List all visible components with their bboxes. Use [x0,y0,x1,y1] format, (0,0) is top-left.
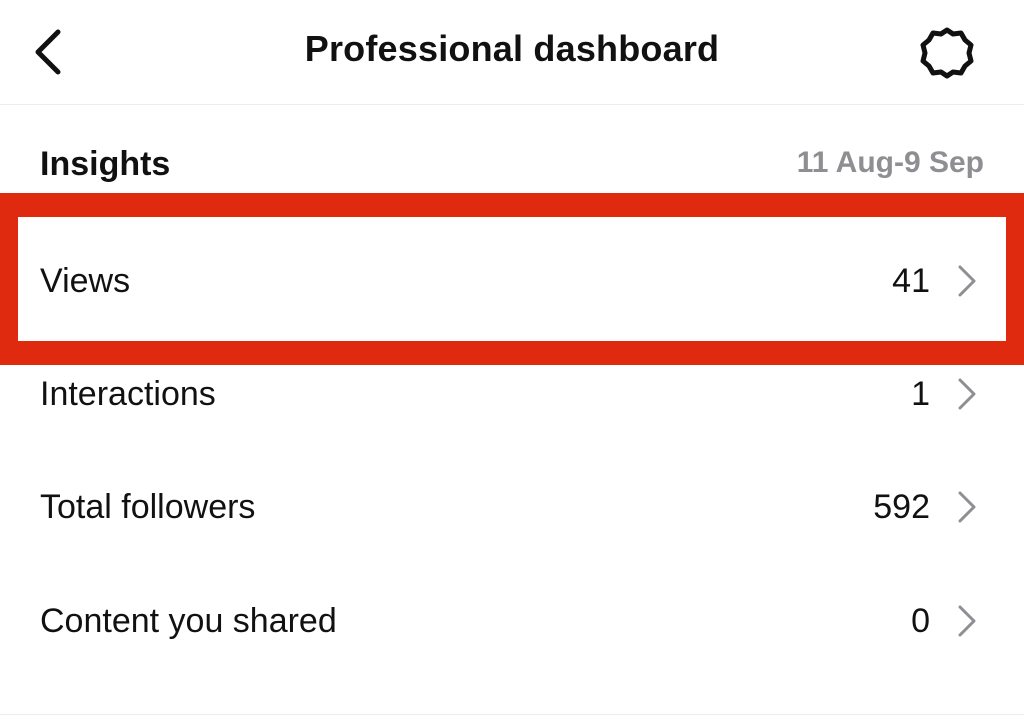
chevron-right-icon [956,377,978,411]
row-value: 1 [911,374,930,413]
chevron-left-icon [35,29,61,75]
gear-icon [920,27,974,79]
professional-dashboard-screen: Professional dashboard Insights 11 Aug-9… [0,0,1024,721]
row-label: Content you shared [40,601,337,640]
insight-row-total-followers[interactable]: Total followers 592 [0,467,1024,547]
chevron-right-icon [956,490,978,524]
row-label: Views [40,261,131,300]
page-title: Professional dashboard [304,28,720,69]
settings-button[interactable] [914,22,980,84]
row-value: 592 [873,487,930,526]
insights-heading: Insights [40,145,171,183]
back-button[interactable] [22,24,74,80]
insight-row-content-shared[interactable]: Content you shared 0 [0,581,1024,661]
row-label: Interactions [40,374,216,413]
chevron-right-icon [956,264,978,298]
row-value: 0 [911,601,930,640]
date-range-link[interactable]: 11 Aug-9 Sep [797,146,984,180]
row-value: 41 [892,261,930,300]
insight-row-views[interactable]: Views 41 [0,241,1024,321]
chevron-right-icon [956,604,978,638]
row-label: Total followers [40,487,256,526]
insight-row-interactions[interactable]: Interactions 1 [0,354,1024,434]
top-bar: Professional dashboard [0,0,1024,105]
divider [0,714,1024,715]
